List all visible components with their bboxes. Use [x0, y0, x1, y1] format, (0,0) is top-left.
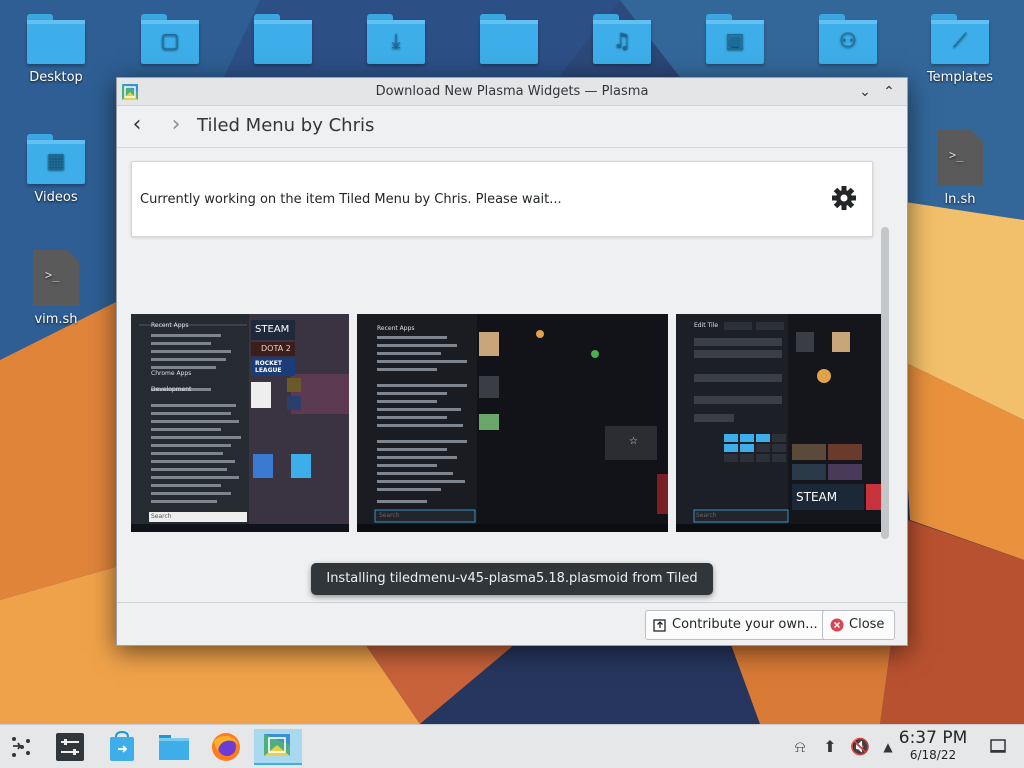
dota-tile: DOTA 2 [261, 344, 291, 353]
desktop-folder-home[interactable] [241, 14, 325, 70]
download-widgets-window: Download New Plasma Widgets — Plasma ⌄ ⌃… [116, 77, 908, 646]
status-message: Currently working on the item Tiled Menu… [140, 192, 562, 207]
search-field: Search [151, 513, 172, 520]
discover-store-icon [110, 730, 134, 761]
folder-icon [480, 14, 538, 64]
desktop-folder-documents[interactable]: ▢ [128, 14, 212, 70]
pictures-folder-icon: ▣ [706, 14, 764, 64]
videos-folder-icon: ▦ [27, 134, 85, 184]
maximize-button[interactable]: ⌃ [879, 82, 899, 102]
folder-icon [254, 14, 312, 64]
install-progress-tooltip: Installing tiledmenu-v45-plasma5.18.plas… [311, 563, 713, 618]
app-icon [264, 734, 290, 756]
notifications-bell-icon[interactable]: ⍾ [790, 737, 810, 757]
search-field: Search [379, 512, 400, 519]
clock[interactable]: 6:37 PM 6/18/22 [898, 728, 968, 762]
development-heading: Development [151, 386, 192, 393]
recent-apps-heading: Recent Apps [151, 322, 189, 329]
navigation-bar: ‹ › Tiled Menu by Chris [117, 106, 907, 148]
close-icon [830, 618, 844, 632]
documents-folder-icon: ▢ [141, 14, 199, 64]
discover-taskbar-item[interactable] [102, 729, 142, 765]
upload-icon [653, 619, 666, 632]
updates-icon[interactable]: ⬆ [820, 737, 840, 757]
script-file-icon: >_ [33, 250, 79, 306]
vertical-scrollbar[interactable] [881, 227, 889, 539]
show-desktop-icon[interactable] [988, 737, 1008, 757]
settings-sliders-icon [56, 733, 84, 761]
plasma-launcher-icon [12, 737, 30, 757]
clock-date: 6/18/22 [909, 748, 957, 762]
templates-folder-icon: ⟋ [931, 14, 989, 64]
desktop-file-vim-sh[interactable]: >_ vim.sh [14, 250, 98, 327]
close-label: Close [849, 617, 885, 632]
desktop-icon-label: Videos [34, 190, 78, 205]
edit-tile-heading: Edit Tile [694, 322, 719, 329]
clock-time: 6:37 PM [898, 728, 968, 748]
rocket-league-tile: ROCKET LEAGUE [255, 360, 282, 374]
chrome-apps-heading: Chrome Apps [151, 370, 192, 377]
screenshot-gallery[interactable]: Recent Apps Chrome Apps Development STEA… [131, 314, 881, 534]
screenshot-3[interactable]: Edit Tile STEAM Search [676, 314, 881, 532]
desktop-folder-downloads[interactable]: ⤓ [354, 14, 438, 70]
screenshot-1[interactable]: Recent Apps Chrome Apps Development STEA… [131, 314, 349, 532]
desktop-folder-generic[interactable] [467, 14, 551, 70]
window-titlebar[interactable]: Download New Plasma Widgets — Plasma ⌄ ⌃ [117, 78, 907, 106]
desktop-icon-label: Templates [926, 70, 994, 85]
music-folder-icon: ♫ [593, 14, 651, 64]
script-file-icon: >_ [937, 130, 983, 186]
folder-icon [159, 735, 189, 760]
desktop-folder-templates[interactable]: ⟋ Templates [918, 14, 1002, 85]
desktop-folder-pictures[interactable]: ▣ [693, 14, 777, 70]
contribute-button[interactable]: Contribute your own... [645, 610, 829, 640]
desktop-folder-desktop[interactable]: Desktop [14, 14, 98, 85]
taskbar: ⍾ ⬆ 🔇 ▲ 6:37 PM 6/18/22 [0, 724, 1024, 768]
file-manager-taskbar-item[interactable] [154, 729, 194, 765]
desktop-icon-label: vim.sh [34, 312, 78, 327]
tray-expand-icon[interactable]: ▲ [878, 737, 898, 757]
screenshot-2[interactable]: Recent Apps ☆ Search [357, 314, 668, 532]
steam-tile: STEAM [796, 490, 838, 504]
star-icon: ☆ [629, 436, 638, 447]
contribute-label: Contribute your own... [672, 617, 818, 632]
busy-status-card: Currently working on the item Tiled Menu… [131, 161, 873, 237]
desktop-folder-public[interactable]: ⚇ [806, 14, 890, 70]
firefox-icon [212, 733, 240, 761]
window-title: Download New Plasma Widgets — Plasma [375, 84, 649, 99]
desktop-folder-videos[interactable]: ▦ Videos [14, 134, 98, 205]
plasma-widgets-taskbar-item[interactable] [254, 729, 302, 765]
back-button[interactable]: ‹ [125, 114, 149, 138]
page-title: Tiled Menu by Chris [197, 115, 375, 136]
content-area: Currently working on the item Tiled Menu… [118, 149, 893, 604]
desktop-icon-label: Desktop [29, 70, 83, 85]
firefox-taskbar-item[interactable] [206, 729, 246, 765]
system-settings-taskbar-item[interactable] [50, 729, 90, 765]
folder-icon [27, 14, 85, 64]
forward-button[interactable]: › [164, 114, 188, 138]
application-launcher-button[interactable] [2, 729, 42, 765]
volume-muted-icon[interactable]: 🔇 [850, 737, 870, 757]
recent-apps-heading: Recent Apps [377, 325, 415, 332]
close-button[interactable]: Close [822, 610, 896, 640]
downloads-folder-icon: ⤓ [367, 14, 425, 64]
steam-tile: STEAM [255, 324, 290, 335]
search-field: Search [696, 512, 717, 519]
public-folder-icon: ⚇ [819, 14, 877, 64]
gear-icon [832, 186, 856, 210]
minimize-button[interactable]: ⌄ [855, 82, 875, 102]
desktop-icon-label: ln.sh [944, 192, 976, 207]
desktop-file-ln-sh[interactable]: >_ ln.sh [918, 130, 1002, 207]
desktop-folder-music[interactable]: ♫ [580, 14, 664, 70]
